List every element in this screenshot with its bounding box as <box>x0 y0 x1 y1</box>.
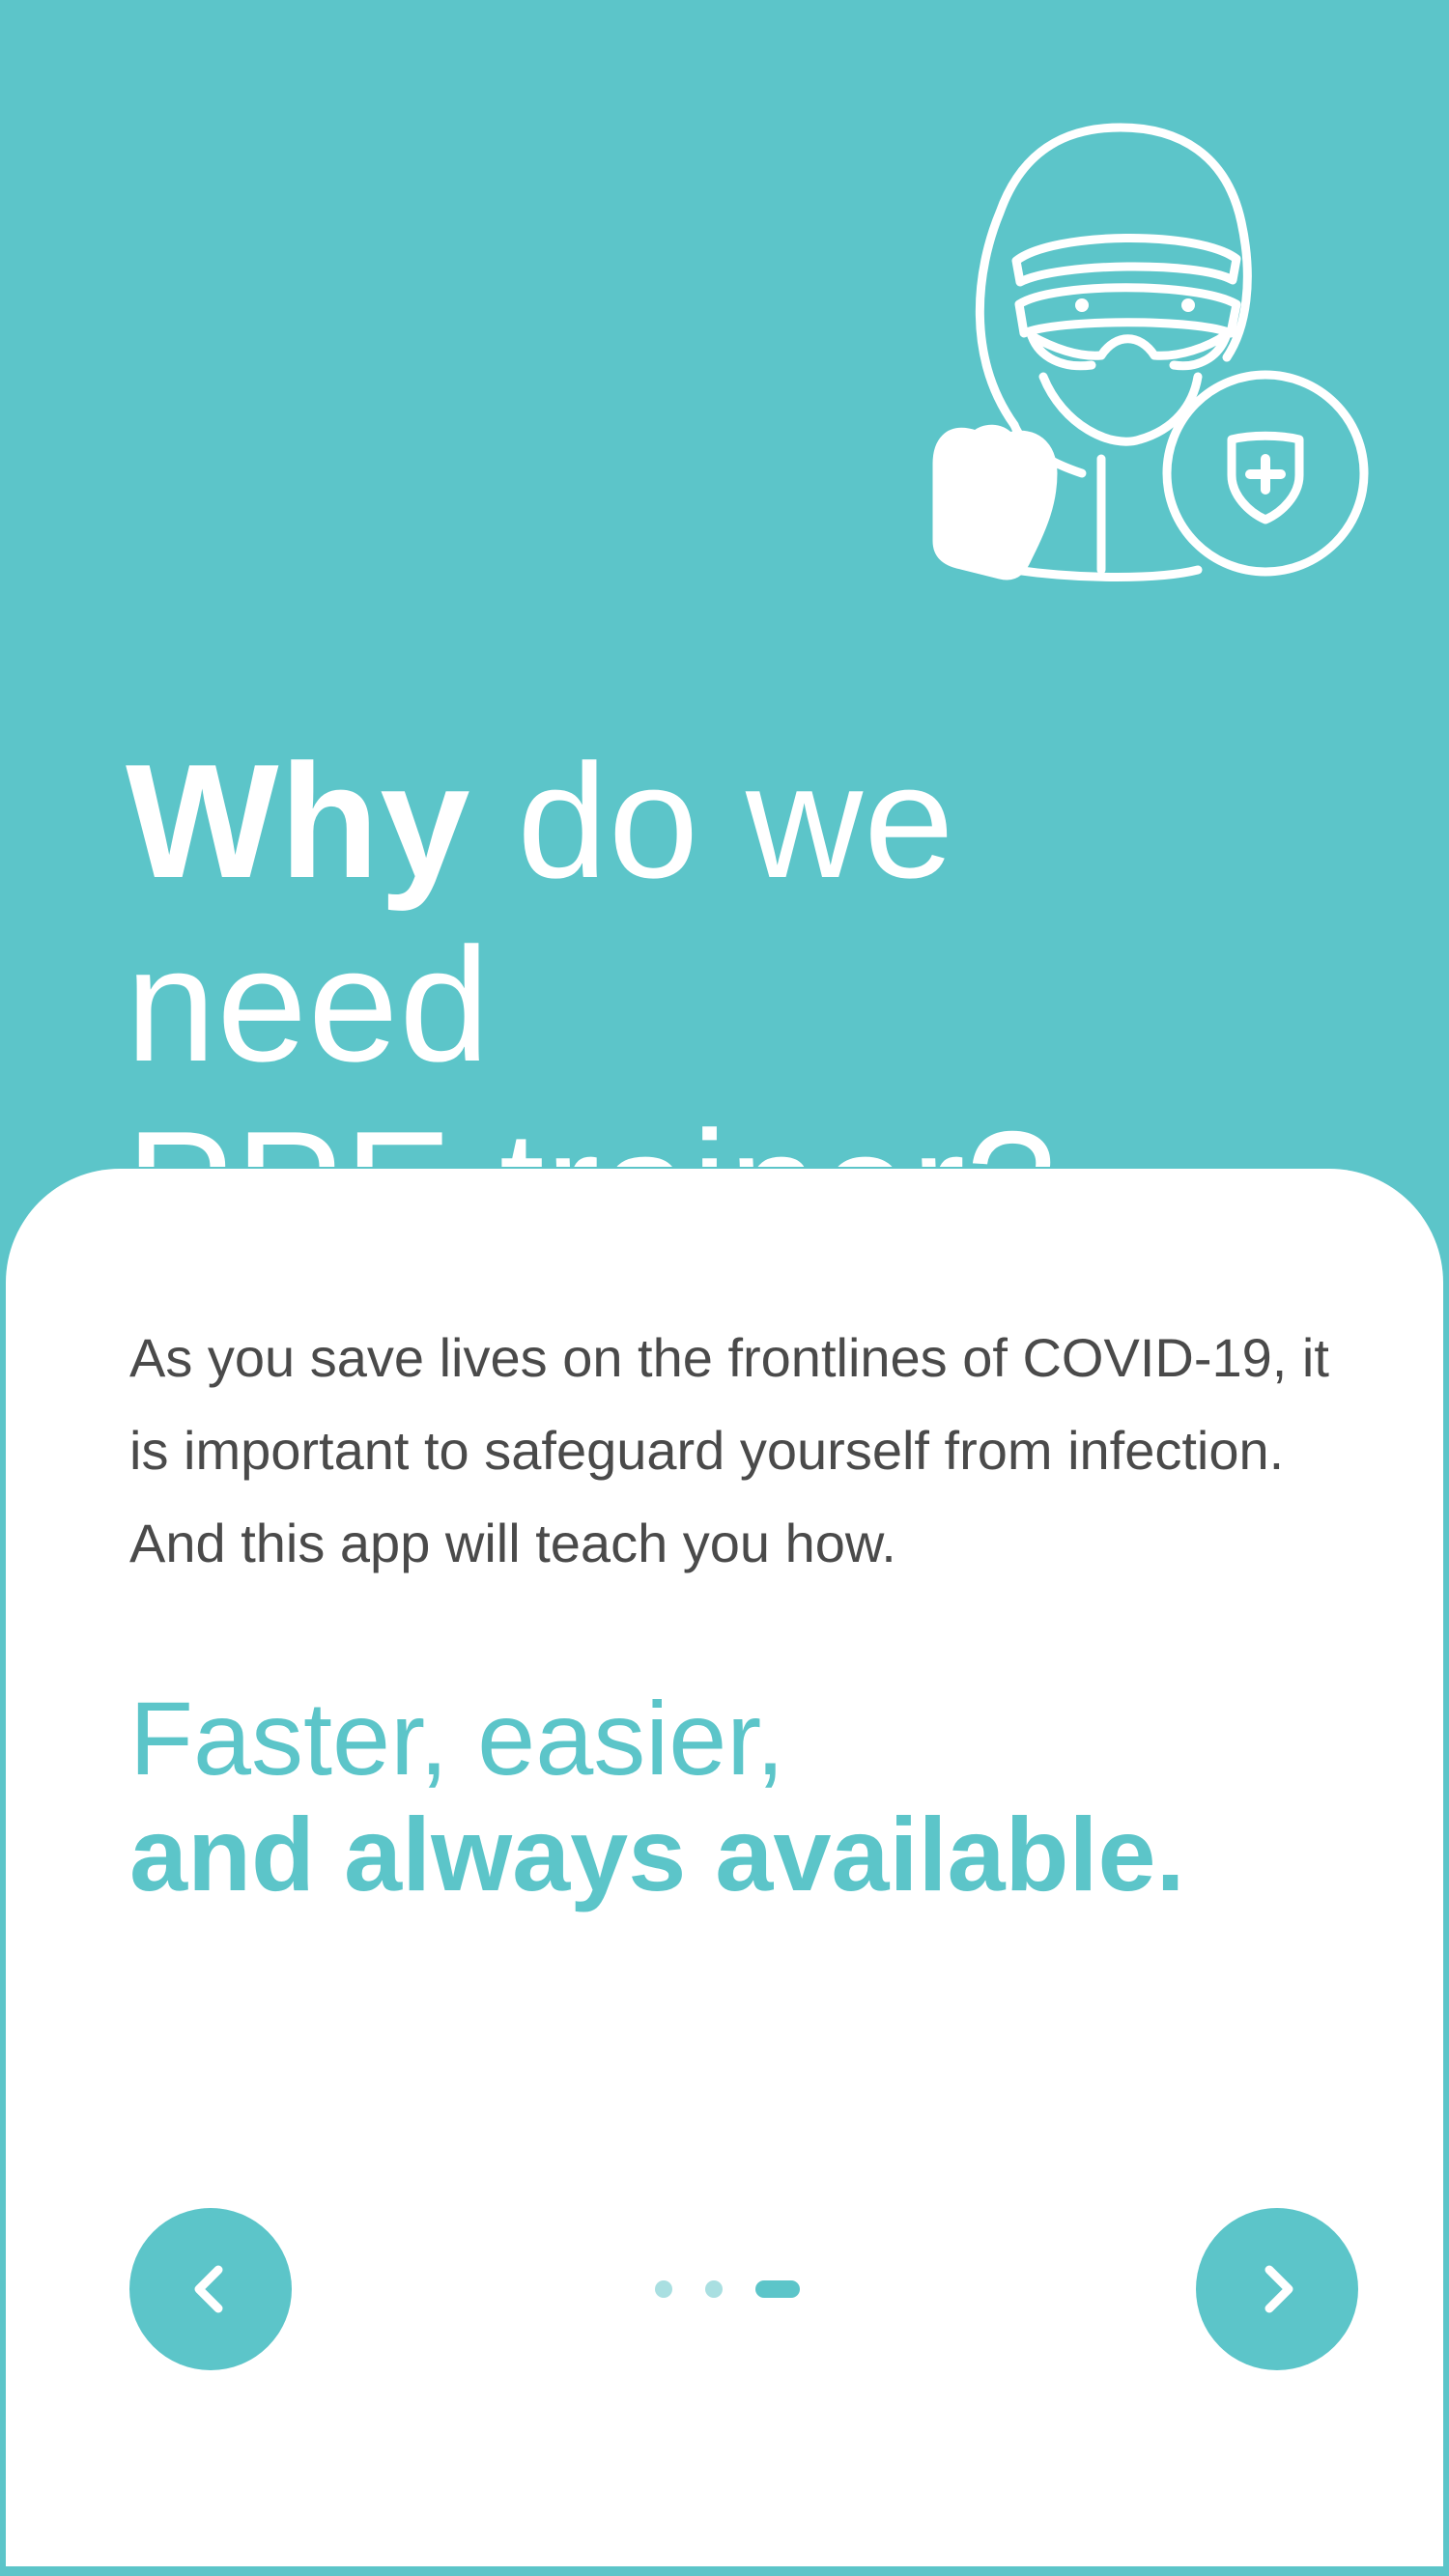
description-text: As you save lives on the frontlines of C… <box>129 1327 1329 1573</box>
onboarding-screen: Why do we need PPE trainer? As you save … <box>0 0 1449 2576</box>
content-card: As you save lives on the frontlines of C… <box>4 1167 1445 2567</box>
tagline-line2: and always available. <box>129 1796 1185 1912</box>
page-dot-3-active[interactable] <box>755 2280 800 2298</box>
headline-emphasis: Why <box>126 730 471 912</box>
previous-button[interactable] <box>129 2208 292 2370</box>
page-dot-1[interactable] <box>655 2280 672 2298</box>
pagination-dots <box>655 2279 800 2299</box>
ppe-health-worker-icon <box>908 116 1372 589</box>
chevron-right-icon <box>1264 2265 1293 2313</box>
tagline-line1: Faster, easier, <box>129 1680 785 1797</box>
page-dot-2[interactable] <box>705 2280 723 2298</box>
tagline: Faster, easier, and always available. <box>129 1681 1385 1912</box>
hero-section: Why do we need PPE trainer? <box>0 0 1449 1279</box>
bottom-edge <box>0 2566 1449 2576</box>
next-button[interactable] <box>1196 2208 1358 2370</box>
chevron-left-icon <box>194 2265 223 2313</box>
